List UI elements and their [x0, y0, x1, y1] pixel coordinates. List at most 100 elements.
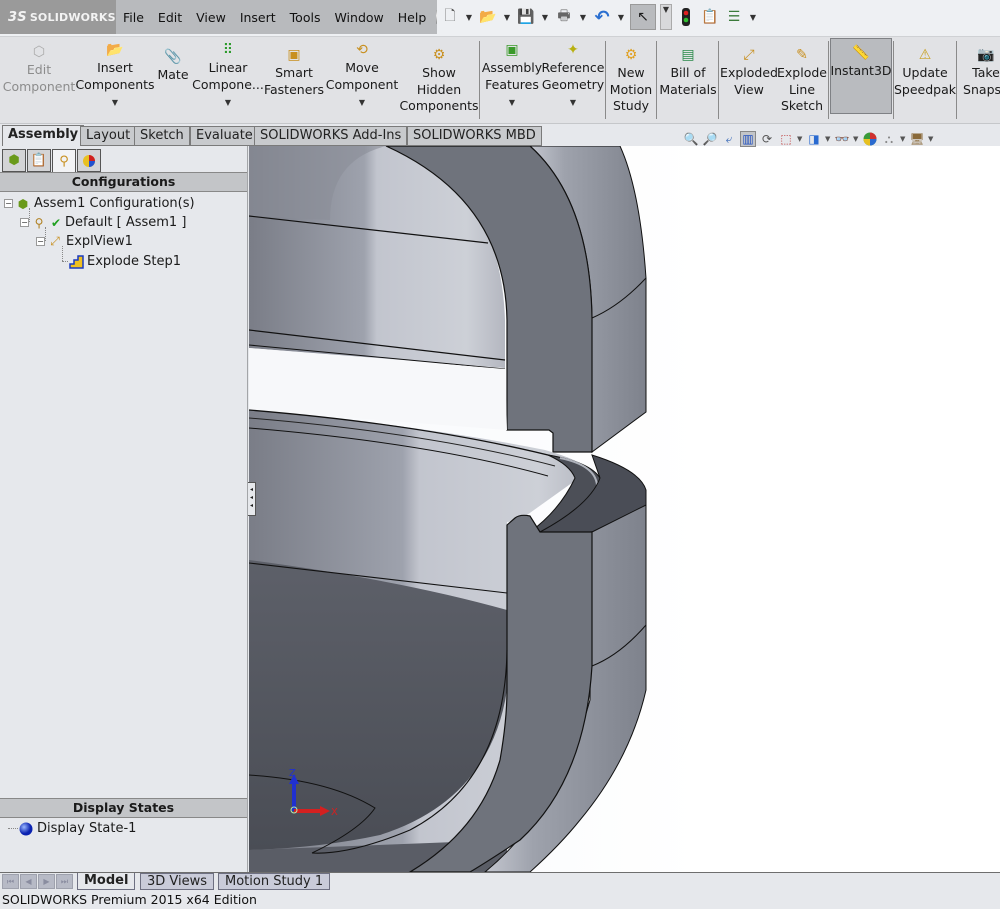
menu-tools[interactable]: Tools — [283, 10, 328, 25]
linear-component-pattern-button[interactable]: ⠿ Linear Compone... ▼ — [192, 37, 264, 123]
tree-item-assem1-configurations[interactable]: − ⬢ Assem1 Configuration(s) — [4, 194, 195, 213]
rebuild-traffic-light-icon[interactable] — [676, 7, 696, 27]
instant3d-label: Instant3D — [830, 63, 892, 78]
collapse-toggle-icon[interactable]: − — [20, 218, 29, 227]
view-settings-dropdown-icon[interactable]: ▼ — [928, 135, 934, 143]
select-dropdown-icon[interactable]: ▼ — [660, 4, 672, 30]
configurations-header: Configurations — [0, 172, 247, 192]
options-list-icon[interactable]: ☰ — [724, 7, 744, 27]
configurationmanager-icon[interactable]: ⚲ — [52, 149, 76, 172]
dynamic-annotation-icon[interactable]: ⟳ — [759, 131, 775, 147]
new-dropdown-icon[interactable]: ▼ — [464, 13, 474, 22]
tree-item-explode-step1[interactable]: Explode Step1 — [68, 252, 181, 271]
insert-components-dropdown-icon[interactable]: ▼ — [112, 95, 118, 112]
view-settings-icon[interactable]: 🖥 — [909, 131, 925, 147]
zoom-to-fit-icon[interactable]: 🔍 — [683, 131, 699, 147]
move-component-label-1: Move — [345, 60, 379, 75]
save-icon[interactable]: 💾 — [516, 7, 536, 27]
show-hidden-components-button[interactable]: ⚙ Show Hidden Components — [399, 37, 478, 123]
bill-of-materials-button[interactable]: ▤ Bill of Materials — [659, 37, 716, 123]
exploded-view-label-2: View — [734, 81, 764, 97]
display-state-label: Display State-1 — [37, 821, 137, 836]
hide-show-dropdown-icon[interactable]: ▼ — [853, 135, 859, 143]
tree-item-label: ExplView1 — [66, 234, 133, 249]
last-tab-button[interactable]: ⏭ — [56, 874, 73, 889]
print-dropdown-icon[interactable]: ▼ — [578, 13, 588, 22]
collapse-toggle-icon[interactable]: − — [4, 199, 13, 208]
featuremanager-tree-icon[interactable]: ⬢ — [2, 149, 26, 172]
insert-components-button[interactable]: 📂 Insert Components ▼ — [75, 37, 155, 123]
edit-component-button[interactable]: ⬡ Edit Component — [3, 37, 76, 123]
menu-insert[interactable]: Insert — [233, 10, 283, 25]
section-view-icon[interactable]: ▥ — [740, 131, 756, 147]
update-speedpak-button[interactable]: ⚠ Update Speedpak — [894, 37, 956, 123]
menu-window[interactable]: Window — [327, 10, 390, 25]
exploded-view-button[interactable]: ⤢ Exploded View — [720, 37, 778, 123]
solidworks-logo[interactable]: 3S SOLIDWORKS — [0, 0, 116, 34]
reference-geometry-icon: ✦ — [567, 41, 579, 58]
mate-button[interactable]: 📎 Mate — [154, 37, 192, 123]
display-style-dropdown-icon[interactable]: ▼ — [825, 135, 831, 143]
tab-solidworks-add-ins[interactable]: SOLIDWORKS Add-Ins — [254, 126, 408, 146]
assembly-features-dropdown-icon[interactable]: ▼ — [509, 95, 515, 112]
explode-line-sketch-button[interactable]: ✎ Explode Line Sketch — [777, 37, 827, 123]
panel-collapse-handle[interactable]: ◂ ◂ ◂ — [248, 482, 256, 516]
tab-sketch[interactable]: Sketch — [134, 126, 190, 146]
open-dropdown-icon[interactable]: ▼ — [502, 13, 512, 22]
menu-edit[interactable]: Edit — [151, 10, 189, 25]
undo-icon[interactable]: ↶ — [592, 7, 612, 28]
first-tab-button[interactable]: ⏮ — [2, 874, 19, 889]
tree-item-explview1[interactable]: − ⤢ ExplView1 — [36, 232, 133, 251]
assembly-features-button[interactable]: ▣ Assembly Features ▼ — [482, 37, 542, 123]
file-properties-icon[interactable]: 📋 — [700, 7, 720, 27]
new-motion-study-button[interactable]: ⚙ New Motion Study — [609, 37, 653, 123]
edit-appearance-icon[interactable] — [862, 131, 878, 147]
hide-show-items-icon[interactable]: 👓 — [834, 131, 850, 147]
previous-tab-button[interactable]: ◀ — [20, 874, 37, 889]
tab-assembly[interactable]: Assembly — [2, 125, 85, 147]
display-style-icon[interactable]: ◨ — [806, 131, 822, 147]
move-component-button[interactable]: ⟲ Move Component ▼ — [326, 37, 399, 123]
take-snapshot-button[interactable]: 📷 Take Snapsh — [960, 37, 1000, 123]
previous-view-icon[interactable]: ⤶ — [721, 131, 737, 147]
displaymanager-icon[interactable] — [77, 149, 101, 172]
menu-view[interactable]: View — [189, 10, 233, 25]
instant3d-button[interactable]: 📏 Instant3D — [830, 38, 892, 114]
move-component-dropdown-icon[interactable]: ▼ — [359, 95, 365, 112]
graphics-area[interactable]: Z X — [249, 146, 1000, 872]
tab-solidworks-mbd[interactable]: SOLIDWORKS MBD — [407, 126, 542, 146]
tab-model[interactable]: Model — [77, 873, 136, 890]
apply-scene-icon[interactable]: ⛬ — [881, 131, 897, 147]
apply-scene-dropdown-icon[interactable]: ▼ — [900, 135, 906, 143]
bom-label-1: Bill of — [670, 65, 706, 80]
open-folder-icon[interactable]: 📂 — [478, 7, 498, 27]
configuration-manager-panel: ⬢ 📋 ⚲ Configurations − ⬢ Assem1 Configur… — [0, 146, 248, 872]
print-icon[interactable]: 🖶 — [554, 7, 574, 27]
select-arrow-icon[interactable]: ↖ — [630, 4, 656, 30]
menu-file[interactable]: File — [116, 10, 151, 25]
save-dropdown-icon[interactable]: ▼ — [540, 13, 550, 22]
propertymanager-icon[interactable]: 📋 — [27, 149, 51, 172]
insert-components-label-2: Components — [75, 76, 155, 92]
new-document-icon[interactable]: 🗋 — [440, 7, 460, 27]
reference-geometry-button[interactable]: ✦ Reference Geometry ▼ — [542, 37, 605, 123]
tab-evaluate[interactable]: Evaluate — [190, 126, 259, 146]
next-tab-button[interactable]: ▶ — [38, 874, 55, 889]
options-dropdown-icon[interactable]: ▼ — [748, 13, 758, 22]
tab-3d-views[interactable]: 3D Views — [140, 873, 215, 890]
linear-pattern-dropdown-icon[interactable]: ▼ — [225, 95, 231, 112]
view-orientation-dropdown-icon[interactable]: ▼ — [797, 135, 803, 143]
tree-item-default-configuration[interactable]: − ⚲ ✔ Default [ Assem1 ] — [20, 213, 186, 232]
display-state-item[interactable]: Display State-1 — [18, 819, 136, 838]
zoom-to-area-icon[interactable]: 🔎 — [702, 131, 718, 147]
view-orientation-icon[interactable]: ⬚ — [778, 131, 794, 147]
pin-menu-icon[interactable] — [436, 10, 437, 24]
reference-geometry-dropdown-icon[interactable]: ▼ — [570, 95, 576, 112]
show-hidden-components-icon: ⚙ — [432, 46, 446, 63]
menu-help[interactable]: Help — [391, 10, 434, 25]
smart-fasteners-button[interactable]: ▣ Smart Fasteners — [264, 37, 324, 123]
tab-layout[interactable]: Layout — [80, 126, 137, 146]
tab-motion-study-1[interactable]: Motion Study 1 — [218, 873, 331, 890]
undo-dropdown-icon[interactable]: ▼ — [616, 13, 626, 22]
collapse-toggle-icon[interactable]: − — [36, 237, 45, 246]
